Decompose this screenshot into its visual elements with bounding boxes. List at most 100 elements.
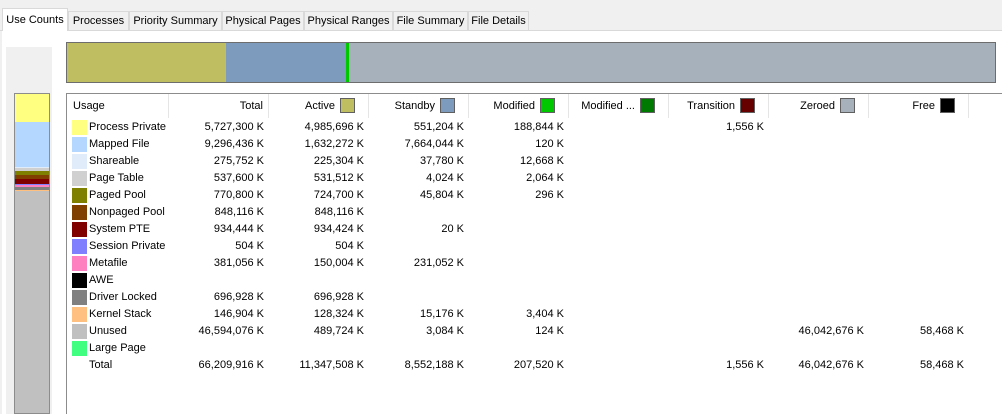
usage-cell: Kernel Stack xyxy=(67,306,169,323)
cell-free: 58,468 K xyxy=(919,359,964,371)
column-header-free[interactable]: Free xyxy=(869,94,969,118)
table-row[interactable]: Nonpaged Pool 848,116 K 848,116 K xyxy=(67,204,1002,221)
cell-free xyxy=(869,289,964,306)
cell-free xyxy=(869,204,964,221)
table-row[interactable]: Session Private 504 K 504 K xyxy=(67,238,1002,255)
tab-file-details[interactable]: File Details xyxy=(468,11,529,30)
tab-physical-ranges[interactable]: Physical Ranges xyxy=(304,11,393,30)
table-row[interactable]: Metafile 381,056 K 150,004 K 231,052 K xyxy=(67,255,1002,272)
usage-color-swatch xyxy=(72,188,87,203)
column-header-modified[interactable]: Modified ... xyxy=(569,94,669,118)
tab-physical-pages[interactable]: Physical Pages xyxy=(222,11,304,30)
cell-modified-nw xyxy=(569,204,664,221)
legend-swatch-modified xyxy=(540,98,555,113)
table-row[interactable]: Page Table 537,600 K 531,512 K 4,024 K 2,064… xyxy=(67,170,1002,187)
tab-priority-summary[interactable]: Priority Summary xyxy=(129,11,222,30)
usage-label: Paged Pool xyxy=(89,189,146,201)
cell-free xyxy=(869,136,964,153)
cell-modified xyxy=(469,272,564,289)
cell-standby: 20 K xyxy=(441,223,464,235)
usage-color-swatch xyxy=(72,307,87,322)
usage-cell: Shareable xyxy=(67,153,169,170)
table-row[interactable]: Paged Pool 770,800 K 724,700 K 45,804 K 296 … xyxy=(67,187,1002,204)
cell-zeroed xyxy=(769,204,864,221)
cell-active: 1,632,272 K xyxy=(304,138,364,150)
column-header-transition[interactable]: Transition xyxy=(669,94,769,118)
table-row[interactable]: Unused 46,594,076 K 489,724 K 3,084 K 124 K 4… xyxy=(67,323,1002,340)
column-header-zeroed[interactable]: Zeroed xyxy=(769,94,869,118)
cell-free xyxy=(869,119,964,136)
usage-color-swatch xyxy=(72,290,87,305)
cell-standby xyxy=(369,204,464,221)
cell-modified-nw xyxy=(569,153,664,170)
column-header-usage[interactable]: Usage xyxy=(67,94,169,118)
tab-use-counts[interactable]: Use Counts xyxy=(2,8,68,31)
cell-free xyxy=(869,153,964,170)
table-row[interactable]: Large Page xyxy=(67,340,1002,357)
cell-modified xyxy=(469,238,564,255)
legend-swatch-active xyxy=(340,98,355,113)
cell-active: 150,004 K xyxy=(313,257,364,269)
cell-modified-nw xyxy=(569,136,664,153)
cell-transition xyxy=(669,170,764,187)
cell-standby: 15,176 K xyxy=(419,308,464,320)
cell-modified-nw xyxy=(569,340,664,357)
cell-zeroed xyxy=(769,136,864,153)
usage-label: Kernel Stack xyxy=(89,308,152,320)
table-row[interactable]: AWE xyxy=(67,272,1002,289)
usage-cell: Paged Pool xyxy=(67,187,169,204)
cell-transition xyxy=(669,255,764,272)
tab-processes[interactable]: Processes xyxy=(68,11,129,30)
table-row[interactable]: System PTE 934,444 K 934,424 K 20 K xyxy=(67,221,1002,238)
column-header-standby[interactable]: Standby xyxy=(369,94,469,118)
table-row[interactable]: Driver Locked 696,928 K 696,928 K xyxy=(67,289,1002,306)
cell-zeroed xyxy=(769,187,864,204)
cell-modified xyxy=(469,289,564,306)
cell-standby: 3,084 K xyxy=(426,325,464,337)
table-row[interactable]: Kernel Stack 146,904 K 128,324 K 15,176 K 3,… xyxy=(67,306,1002,323)
legend-swatch-transition xyxy=(740,98,755,113)
cell-transition: 1,556 K xyxy=(726,121,764,133)
table-row[interactable]: Total 66,209,916 K 11,347,508 K 8,552,188 K… xyxy=(67,357,1002,374)
usage-label: AWE xyxy=(89,274,114,286)
cell-standby: 231,052 K xyxy=(413,257,464,269)
table-row[interactable]: Mapped File 9,296,436 K 1,632,272 K 7,664,0… xyxy=(67,136,1002,153)
cell-standby xyxy=(369,272,464,289)
use-counts-page: Usage Total Active Standby Modified Modified … xyxy=(2,31,1002,414)
cell-transition xyxy=(669,272,764,289)
usage-label: Large Page xyxy=(89,342,146,354)
legend-swatch-modified xyxy=(640,98,655,113)
cell-free xyxy=(869,221,964,238)
cell-total: 5,727,300 K xyxy=(204,121,264,133)
bar-segment-active xyxy=(67,43,226,82)
cell-modified-nw xyxy=(569,289,664,306)
cell-active: 11,347,508 K xyxy=(299,359,364,371)
cell-zeroed xyxy=(769,289,864,306)
tab-file-summary[interactable]: File Summary xyxy=(393,11,468,30)
column-header-modified[interactable]: Modified xyxy=(469,94,569,118)
table-row[interactable]: Shareable 275,752 K 225,304 K 37,780 K 12,66… xyxy=(67,153,1002,170)
column-header-label: Total xyxy=(239,100,263,112)
column-header-total[interactable]: Total xyxy=(169,94,269,118)
cell-zeroed xyxy=(769,272,864,289)
cell-modified: 296 K xyxy=(535,189,564,201)
cell-total: 537,600 K xyxy=(213,172,264,184)
cell-zeroed: 46,042,676 K xyxy=(798,359,864,371)
cell-total xyxy=(169,340,264,357)
column-header-active[interactable]: Active xyxy=(269,94,369,118)
cell-active: 489,724 K xyxy=(313,325,364,337)
usage-label: Page Table xyxy=(89,172,144,184)
cell-modified-nw xyxy=(569,357,664,374)
cell-total: 934,444 K xyxy=(213,223,264,235)
cell-total: 770,800 K xyxy=(213,189,264,201)
column-header-label: Zeroed xyxy=(800,100,835,112)
cell-modified xyxy=(469,204,564,221)
usage-label: Metafile xyxy=(89,257,128,269)
cell-zeroed xyxy=(769,170,864,187)
cell-free: 58,468 K xyxy=(919,325,964,337)
stack-segment-unused xyxy=(15,191,49,413)
table-row[interactable]: Process Private 5,727,300 K 4,985,696 K 551… xyxy=(67,119,1002,136)
usage-color-swatch xyxy=(72,324,87,339)
column-header-label: Free xyxy=(912,100,935,112)
usage-cell: Large Page xyxy=(67,340,169,357)
